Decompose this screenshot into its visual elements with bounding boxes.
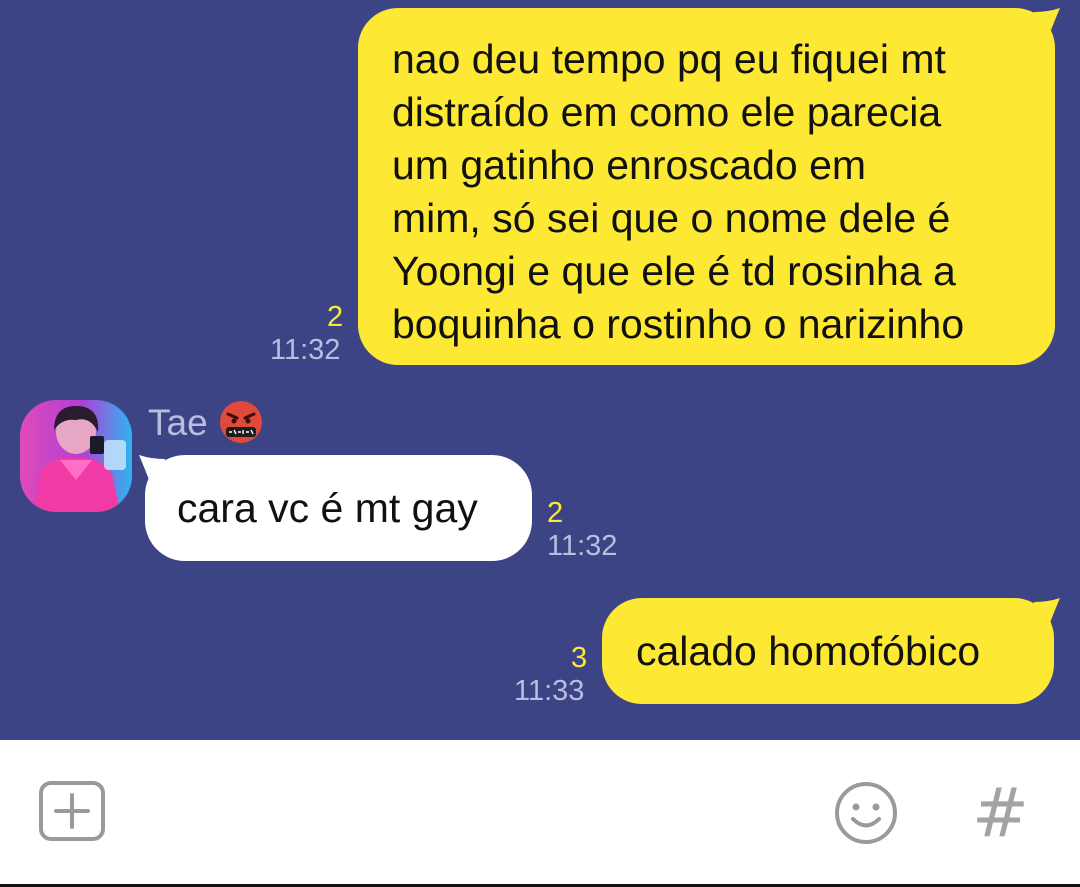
smiley-face-icon[interactable] [833,780,899,846]
message-bubble-incoming[interactable]: cara vc é mt gay [145,455,532,561]
avatar[interactable] [20,400,132,512]
message-time: 11:32 [270,334,341,366]
bubble-tail [1034,8,1060,38]
message-text: calado homofóbico [636,628,981,674]
message-bubble-outgoing[interactable]: calado homofóbico [602,598,1054,704]
message-line: Yoongi e que ele é td rosinha a [392,248,956,294]
avatar-photo [20,400,132,512]
hashtag-button[interactable]: # [972,776,1029,852]
chat-area[interactable]: nao deu tempo pq eu fiquei mt distraído … [0,0,1080,740]
message-line: nao deu tempo pq eu fiquei mt [392,36,946,82]
message-line: distraído em como ele parecia [392,89,942,135]
bubble-tail [139,455,165,485]
message-line: boquinha o rostinho o narizinho [392,301,965,347]
bubble-tail [1034,598,1060,628]
plus-square-icon[interactable] [38,780,106,842]
read-count: 3 [571,642,588,674]
message-time: 11:32 [547,530,618,562]
read-count: 2 [547,497,564,529]
message-line: um gatinho enroscado em [392,142,867,188]
message-bubble-outgoing[interactable]: nao deu tempo pq eu fiquei mt distraído … [358,8,1055,365]
message-line: mim, só sei que o nome dele é [392,195,951,241]
message-text: cara vc é mt gay [177,485,478,531]
message-input-bar[interactable] [0,740,1080,887]
sender-name[interactable]: Tae [148,402,208,444]
angry-face-icon [220,401,262,443]
read-count: 2 [327,301,344,333]
message-time: 11:33 [514,675,585,707]
